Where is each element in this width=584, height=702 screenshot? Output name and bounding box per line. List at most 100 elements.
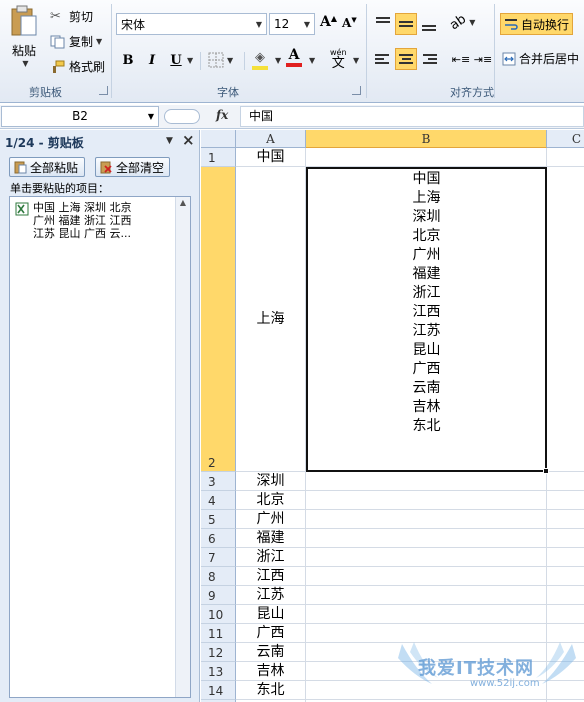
row-header[interactable]: 1 (201, 148, 236, 167)
italic-button[interactable]: I (142, 50, 162, 70)
row-header[interactable]: 4 (201, 491, 236, 510)
cell-b[interactable] (306, 529, 547, 548)
decrease-indent-button[interactable]: ⇤≡ (450, 48, 472, 70)
borders-dropdown-icon[interactable]: ▼ (227, 56, 233, 65)
font-color-button[interactable]: A (286, 48, 302, 67)
cell-b[interactable] (306, 491, 547, 510)
align-right-button[interactable] (418, 48, 440, 70)
cell-b[interactable] (306, 548, 547, 567)
row-header[interactable]: 3 (201, 472, 236, 491)
merge-center-button[interactable]: 合并后居中 (502, 50, 579, 67)
pane-options-icon[interactable]: ▼ (166, 136, 173, 146)
row-header[interactable]: 7 (201, 548, 236, 567)
name-box[interactable]: B2 ▼ (1, 106, 159, 127)
row-header[interactable]: 8 (201, 567, 236, 586)
cell-a[interactable]: 广西 (236, 624, 306, 643)
orientation-button[interactable]: ab ▼ (447, 12, 475, 34)
cell-a[interactable]: 浙江 (236, 548, 306, 567)
bold-button[interactable]: B (118, 50, 138, 70)
formula-bar-splitter[interactable] (164, 109, 200, 124)
name-box-dropdown-icon[interactable]: ▼ (148, 107, 154, 126)
phonetic-dropdown-icon[interactable]: ▼ (353, 56, 359, 65)
row-header[interactable]: 5 (201, 510, 236, 529)
copy-dropdown-icon[interactable]: ▼ (96, 37, 102, 46)
cell-a[interactable]: 昆山 (236, 605, 306, 624)
paste-all-button[interactable]: 全部粘贴 (9, 157, 85, 177)
column-header-a[interactable]: A (236, 130, 306, 148)
paste-button[interactable]: 粘贴 ▼ (6, 4, 42, 76)
fill-color-button[interactable]: ◈ (252, 50, 268, 70)
column-header-b[interactable]: B (306, 130, 547, 148)
cell-b[interactable] (306, 605, 547, 624)
clipboard-item[interactable]: 中国 上海 深圳 北京 广州 福建 浙江 江西 江苏 昆山 广西 云... (15, 201, 170, 240)
cell-c[interactable] (547, 529, 584, 548)
clipboard-scrollbar[interactable]: ▲ (175, 197, 190, 697)
clear-all-button[interactable]: 全部清空 (95, 157, 170, 177)
clipboard-item-list[interactable]: 中国 上海 深圳 北京 广州 福建 浙江 江西 江苏 昆山 广西 云... ▲ (9, 196, 191, 698)
font-name-dropdown-icon[interactable]: ▼ (252, 14, 266, 34)
formula-input[interactable]: 中国 (240, 106, 584, 127)
font-size-dropdown-icon[interactable]: ▼ (300, 14, 314, 34)
row-header[interactable]: 2 (201, 167, 236, 472)
cell-c[interactable] (547, 148, 584, 167)
wrap-text-button[interactable]: 自动换行 (500, 13, 574, 35)
row-header[interactable]: 13 (201, 662, 236, 681)
row-header[interactable]: 12 (201, 643, 236, 662)
underline-button[interactable]: U (166, 50, 186, 70)
worksheet-grid[interactable]: A B C 1 中国 2 上海 3 深圳 4 北京 5 广州 6 福建 7 浙江 8 江西 9 江苏 10 昆山 11 广… (201, 130, 584, 702)
shrink-font-button[interactable]: A ▼ (342, 15, 357, 31)
cell-c[interactable] (547, 167, 584, 472)
clipboard-dialog-launcher-icon[interactable] (99, 86, 108, 95)
font-size-combo[interactable]: 12 ▼ (269, 13, 315, 35)
row-header[interactable]: 9 (201, 586, 236, 605)
align-left-button[interactable] (372, 48, 394, 70)
cell-a[interactable]: 江苏 (236, 586, 306, 605)
increase-indent-button[interactable]: ⇥≡ (472, 48, 494, 70)
cell-a[interactable]: 广州 (236, 510, 306, 529)
cell-c[interactable] (547, 510, 584, 529)
cell-a[interactable]: 江西 (236, 567, 306, 586)
cell-c[interactable] (547, 491, 584, 510)
row-header[interactable]: 10 (201, 605, 236, 624)
insert-function-icon[interactable]: fx (216, 108, 228, 122)
cell-c[interactable] (547, 567, 584, 586)
row-header[interactable]: 14 (201, 681, 236, 700)
underline-dropdown-icon[interactable]: ▼ (187, 56, 193, 65)
row-header[interactable]: 11 (201, 624, 236, 643)
cell-a[interactable]: 吉林 (236, 662, 306, 681)
cell-b[interactable] (306, 148, 547, 167)
scroll-up-icon[interactable]: ▲ (177, 198, 189, 212)
align-center-button[interactable] (395, 48, 417, 70)
cell-b[interactable] (306, 567, 547, 586)
align-bottom-button[interactable] (418, 13, 440, 35)
orientation-dropdown-icon[interactable]: ▼ (469, 18, 475, 27)
cell-c[interactable] (547, 472, 584, 491)
select-all-corner[interactable] (201, 130, 236, 148)
font-dialog-launcher-icon[interactable] (352, 86, 361, 95)
cell-a[interactable]: 中国 (236, 148, 306, 167)
cell-a[interactable]: 上海 (236, 167, 306, 472)
font-color-dropdown-icon[interactable]: ▼ (309, 56, 315, 65)
borders-button[interactable]: ▼ (208, 52, 233, 68)
cell-a[interactable]: 深圳 (236, 472, 306, 491)
align-top-button[interactable] (372, 13, 394, 35)
cell-c[interactable] (547, 548, 584, 567)
cell-c[interactable] (547, 605, 584, 624)
align-middle-button[interactable] (395, 13, 417, 35)
cell-b[interactable] (306, 510, 547, 529)
grow-font-button[interactable]: A ▲ (320, 13, 337, 30)
cell-a[interactable]: 福建 (236, 529, 306, 548)
copy-button[interactable]: 复制 ▼ (50, 33, 102, 50)
active-cell-b2[interactable]: 中国 上海 深圳 北京 广州 福建 浙江 江西 江苏 昆山 广西 云南 吉林 东… (306, 167, 547, 472)
fill-color-dropdown-icon[interactable]: ▼ (275, 56, 281, 65)
cell-b[interactable] (306, 472, 547, 491)
close-icon[interactable]: × (182, 131, 195, 149)
cell-c[interactable] (547, 586, 584, 605)
font-name-combo[interactable]: 宋体 ▼ (116, 13, 267, 35)
fill-handle[interactable] (543, 468, 549, 474)
cell-a[interactable]: 北京 (236, 491, 306, 510)
cell-a[interactable]: 东北 (236, 681, 306, 700)
cell-b[interactable] (306, 586, 547, 605)
cut-button[interactable]: ✂ 剪切 (50, 8, 93, 25)
phonetic-button[interactable]: wén 文 (330, 47, 347, 70)
